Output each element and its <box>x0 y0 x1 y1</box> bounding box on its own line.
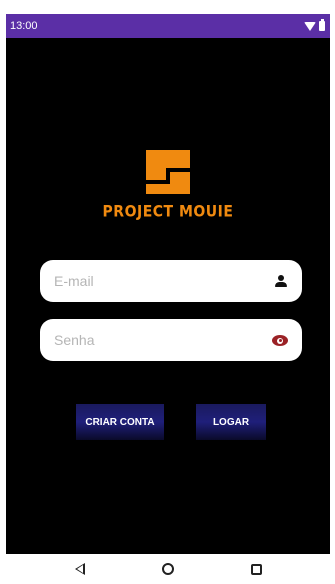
logo-icon <box>146 150 190 194</box>
back-icon[interactable] <box>74 563 85 575</box>
navigation-bar <box>6 554 330 584</box>
email-field[interactable] <box>40 260 302 302</box>
status-icons <box>304 19 325 31</box>
user-icon <box>274 274 288 288</box>
home-icon[interactable] <box>161 563 174 575</box>
wifi-icon <box>304 21 316 31</box>
password-input[interactable] <box>54 332 272 348</box>
password-field[interactable] <box>40 319 302 361</box>
status-bar: 13:00 <box>6 14 330 38</box>
recent-apps-icon[interactable] <box>250 563 262 575</box>
email-input[interactable] <box>54 273 274 289</box>
app-logo: PROJECT MOUIE <box>6 150 330 222</box>
login-button[interactable]: LOGAR <box>196 404 266 440</box>
create-account-button[interactable]: CRIAR CONTA <box>76 404 164 440</box>
eye-icon[interactable] <box>272 334 288 346</box>
device-frame: 13:00 PROJECT MOUIE CRIAR CONTA <box>0 0 335 584</box>
logo-text: PROJECT MOUIE <box>102 202 234 222</box>
battery-icon <box>319 19 325 31</box>
login-screen: PROJECT MOUIE CRIAR CONTA LOGAR <box>6 38 330 554</box>
status-time: 13:00 <box>10 20 38 32</box>
